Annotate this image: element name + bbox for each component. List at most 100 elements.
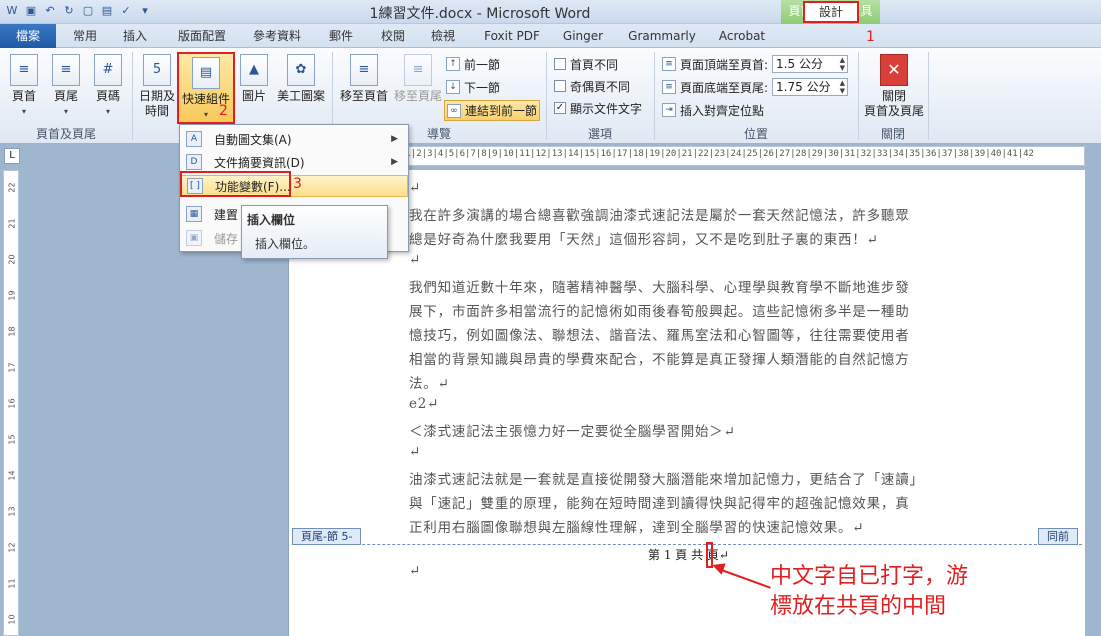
header-position-icon: ≡ — [662, 57, 676, 71]
close-icon: ✕ — [880, 54, 908, 86]
doc-line[interactable]: 正利用右腦圖像聯想與左腦線性理解，達到全腦學習的快速記憶效果。↵ — [409, 516, 864, 536]
clipart-button[interactable]: ✿ 美工圖案 — [274, 54, 328, 104]
doc-line[interactable]: 與「速記」雙重的原理，能夠在短時間達到讀得快與記得牢的超強記憶效果，真 — [409, 492, 910, 512]
footer-position-row: ≡ 頁面底端至頁尾: 1.75 公分 ▲ ▼ — [662, 77, 849, 97]
diff-odd-even-checkbox[interactable]: 奇偶頁不同 — [554, 76, 630, 96]
header-position-row: ≡ 頁面頂端至頁首: 1.5 公分 ▲ ▼ — [662, 54, 849, 74]
close-header-footer-button[interactable]: ✕ 關閉 頁首及頁尾 — [862, 54, 926, 119]
tab-design[interactable]: 設計 — [803, 1, 859, 23]
same-as-previous-label: 同前 — [1038, 528, 1078, 545]
submenu-arrow-icon: ▶ — [391, 157, 398, 167]
doc-line[interactable]: 總是好奇為什麼我要用「天然」這個形容詞，又不是吃到肚子裏的東西！↵ — [409, 228, 879, 248]
tab-selector[interactable]: L — [4, 148, 20, 164]
footer-icon: ≡ — [52, 54, 80, 86]
tab-foxit[interactable]: Foxit PDF — [480, 24, 544, 48]
doc-line[interactable]: 我在許多演講的場合總喜歡強調油漆式速記法是屬於一套天然記憶法，許多聽眾 — [409, 204, 910, 224]
ruler-ticks: |1|2|3|4|5|6|7|8|9|10|11|12|13|14|15|16|… — [400, 149, 1034, 159]
checkbox-checked-icon: ✓ — [554, 102, 566, 114]
tab-insert[interactable]: 插入 — [120, 24, 150, 48]
tab-grammarly[interactable]: Grammarly — [626, 24, 698, 48]
footer-section-label: 頁尾-節 5- — [292, 528, 362, 545]
diff-first-page-checkbox[interactable]: 首頁不同 — [554, 54, 618, 74]
footer-bottom-spinner[interactable]: 1.75 公分 ▲ ▼ — [772, 78, 849, 96]
footer-position-icon: ≡ — [662, 80, 676, 94]
page-number-icon: # — [94, 54, 122, 86]
vruler-tick: 14 — [7, 470, 17, 481]
footer-boundary — [292, 544, 1082, 545]
annotation-number-2: 2 — [219, 103, 228, 119]
doc-line[interactable]: 憶技巧，例如圖像法、聯想法、諧音法、羅馬室法和心智圖等，往往需要使用者 — [409, 324, 910, 344]
tab-home[interactable]: 常用 — [70, 24, 100, 48]
doc-line[interactable]: ↵ — [409, 180, 421, 196]
vruler-tick: 22 — [7, 182, 17, 193]
tab-ginger[interactable]: Ginger — [560, 24, 606, 48]
doc-property-icon: D — [186, 154, 202, 170]
alignment-tab-icon: ⇥ — [662, 103, 676, 117]
doc-line[interactable]: ＜漆式速記法主張憶力好一定要從全腦學習開始＞↵ — [409, 420, 736, 440]
group-label-header-footer: 頁首及頁尾 — [35, 127, 96, 141]
menu-item-autotext[interactable]: A 自動圖文集(A) ▶ — [180, 128, 408, 150]
menu-item-doc-property[interactable]: D 文件摘要資訊(D) ▶ — [180, 151, 408, 173]
annotation-number-3: 3 — [293, 176, 302, 192]
header-icon: ≡ — [10, 54, 38, 86]
insert-alignment-tab-button[interactable]: ⇥ 插入對齊定位點 — [662, 100, 764, 120]
clipart-icon: ✿ — [287, 54, 315, 86]
page-number-button[interactable]: # 頁碼 ▾ — [92, 54, 124, 119]
prev-section-icon: ↑ — [446, 57, 460, 71]
tab-layout[interactable]: 版面配置 — [174, 24, 230, 48]
checkbox-unchecked-icon — [554, 58, 566, 70]
tab-view[interactable]: 檢視 — [428, 24, 458, 48]
goto-header-button[interactable]: ≡ 移至頁首 — [338, 54, 390, 104]
vruler-tick: 19 — [7, 290, 17, 301]
ribbon-separator — [928, 52, 929, 140]
field-highlight-box — [180, 171, 291, 197]
vertical-ruler[interactable]: 22 21 20 19 18 17 16 15 14 13 12 11 10 — [3, 170, 19, 636]
doc-line[interactable]: 法。↵ — [409, 372, 450, 392]
tab-review[interactable]: 校閱 — [378, 24, 408, 48]
vruler-tick: 12 — [7, 542, 17, 553]
vruler-tick: 16 — [7, 398, 17, 409]
goto-footer-icon: ≡ — [404, 54, 432, 86]
quick-parts-icon: ▤ — [192, 57, 220, 89]
doc-line[interactable]: 油漆式速記法就是一套就是直接從開發大腦潛能來增加記憶力，更結合了「速讀」 — [409, 468, 924, 488]
vruler-tick: 20 — [7, 254, 17, 265]
doc-line[interactable]: 展下，市面許多相當流行的記憶術如雨後春筍般興起。這些記憶術多半是一種助 — [409, 300, 910, 320]
tooltip-title: 插入欄位 — [247, 213, 296, 227]
autotext-icon: A — [186, 131, 202, 147]
footer-empty-line[interactable]: ↵ — [409, 563, 421, 579]
group-label-close: 關閉 — [880, 127, 905, 141]
tab-file[interactable]: 檔案 — [0, 24, 56, 48]
annotation-number-1: 1 — [866, 29, 875, 45]
picture-button[interactable]: ▲ 圖片 — [238, 54, 270, 104]
prev-section-button[interactable]: ↑ 前一節 — [446, 54, 500, 74]
group-label-options: 選項 — [587, 127, 612, 141]
tab-references[interactable]: 參考資料 — [250, 24, 304, 48]
vruler-tick: 18 — [7, 326, 17, 337]
doc-line[interactable]: ↵ — [409, 252, 421, 268]
show-doc-text-checkbox[interactable]: ✓ 顯示文件文字 — [554, 98, 642, 118]
link-icon: ∞ — [447, 103, 461, 118]
vruler-tick: 10 — [7, 614, 17, 625]
header-button[interactable]: ≡ 頁首 ▾ — [8, 54, 40, 119]
datetime-button[interactable]: 5 日期及 時間 — [138, 54, 176, 119]
doc-line[interactable]: ↵ — [409, 444, 421, 460]
ribbon-tab-bar: 檔案 常用 插入 版面配置 參考資料 郵件 校閱 檢視 Foxit PDF Gi… — [0, 24, 1101, 48]
doc-line[interactable]: 相當的背景知識與昂貴的學費來配合，不能算是真正發揮人類潛能的自然記憶方 — [409, 348, 910, 368]
doc-line[interactable]: 我們知道近數十年來，隨著精神醫學、大腦科學、心理學與教育學不斷地進步發 — [409, 276, 910, 296]
header-top-spinner[interactable]: 1.5 公分 ▲ ▼ — [772, 55, 849, 73]
tab-mailings[interactable]: 郵件 — [326, 24, 356, 48]
next-section-button[interactable]: ↓ 下一節 — [446, 77, 500, 97]
tab-acrobat[interactable]: Acrobat — [716, 24, 768, 48]
doc-line[interactable]: e2↵ — [409, 396, 439, 412]
group-label-position: 位置 — [743, 127, 768, 141]
save-selection-icon: ▣ — [186, 230, 202, 246]
picture-icon: ▲ — [240, 54, 268, 86]
spinner-arrows-icon[interactable]: ▲ ▼ — [840, 79, 845, 95]
link-to-previous-button[interactable]: ∞ 連結到前一節 — [444, 100, 540, 121]
ribbon-separator — [132, 52, 133, 140]
footer-button[interactable]: ≡ 頁尾 ▾ — [50, 54, 82, 119]
tooltip-body: 插入欄位。 — [255, 237, 316, 251]
instruction-callout: 中文字自已打字，游 標放在共頁的中間 — [770, 564, 969, 619]
spinner-arrows-icon[interactable]: ▲ ▼ — [840, 56, 845, 72]
goto-footer-button[interactable]: ≡ 移至頁尾 — [392, 54, 444, 104]
